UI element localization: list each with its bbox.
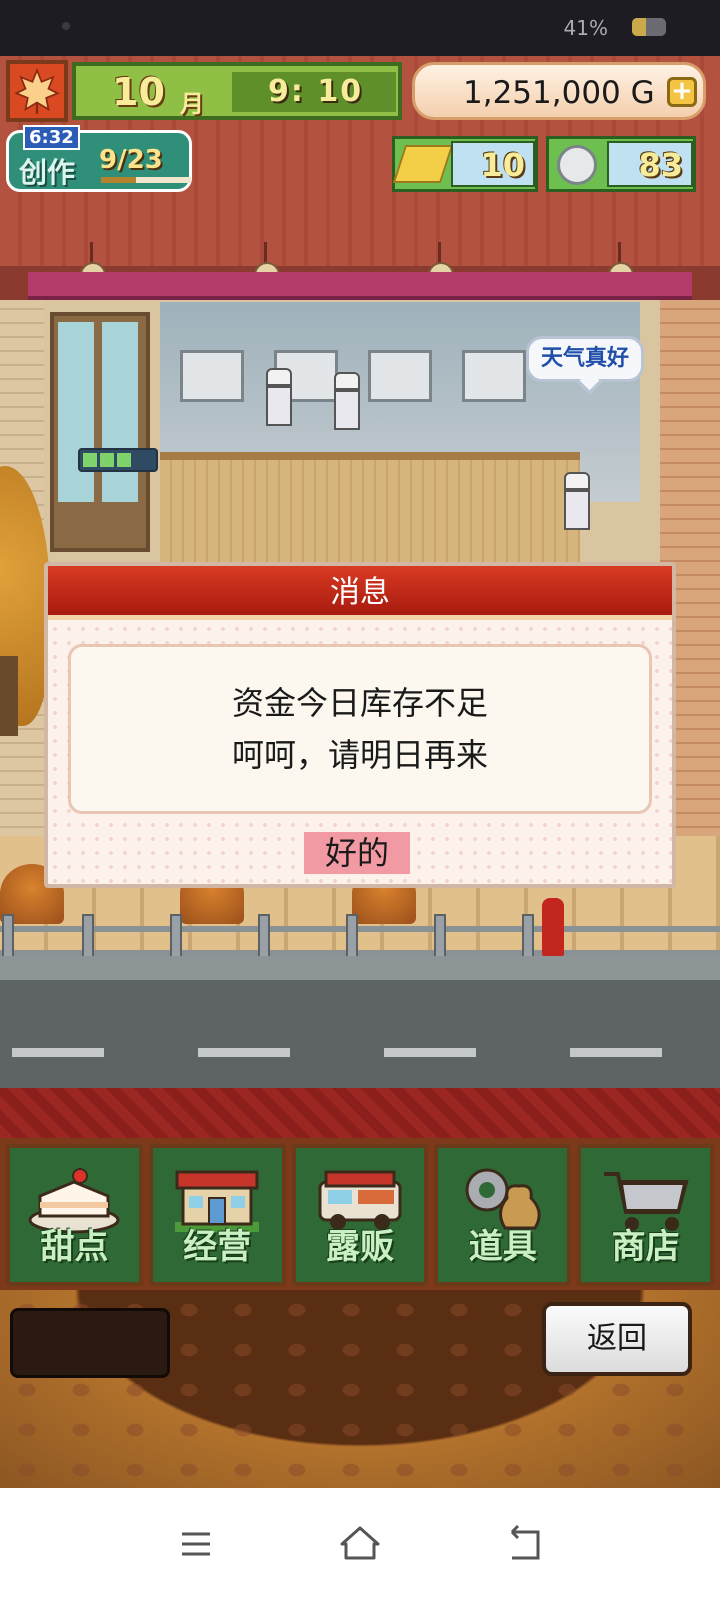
money-amount: 1,251,000 G xyxy=(463,75,655,111)
dialog-message-line: 资金今日库存不足 xyxy=(231,684,488,722)
money-panel: 1,251,000 G + xyxy=(412,62,706,120)
home-icon[interactable] xyxy=(334,1518,386,1570)
create-timer: 6:32 xyxy=(23,125,80,150)
bottom-panel: 返回 xyxy=(0,1290,720,1488)
camera-dot xyxy=(62,22,70,30)
month-label: 月 xyxy=(180,90,204,118)
menu-label: 经营 xyxy=(183,1227,252,1267)
speech-bubble: 天气真好 xyxy=(526,336,645,382)
oven-icon xyxy=(368,350,432,402)
coin-icon xyxy=(557,145,597,185)
game-scene: 天气真好 10 月 9: 10 1,251,000 G + 6:32 创作 9/… xyxy=(0,56,720,1488)
coin-count: 83 xyxy=(607,141,693,187)
season-leaf-icon xyxy=(6,60,68,122)
cooking-progress xyxy=(78,448,158,472)
message-dialog: 消息 资金今日库存不足 呵呵，请明日再来 好的 xyxy=(44,562,676,888)
info-slot xyxy=(10,1308,170,1378)
create-count: 9/23 xyxy=(99,145,163,175)
dialog-message-line: 呵呵，请明日再来 xyxy=(231,736,488,774)
oven-icon xyxy=(180,350,244,402)
battery-icon xyxy=(632,18,666,36)
back-icon[interactable] xyxy=(498,1518,550,1570)
road xyxy=(0,980,720,1088)
gold-bar-counter: 10 xyxy=(392,136,538,192)
back-button[interactable]: 返回 xyxy=(542,1302,692,1376)
create-progress xyxy=(101,177,191,183)
menu-item-food-stall[interactable]: 露贩 xyxy=(291,1144,429,1286)
shop-awning xyxy=(28,272,692,302)
add-money-button[interactable]: + xyxy=(667,77,697,107)
ok-button[interactable]: 好的 xyxy=(304,832,410,874)
menu-item-dessert[interactable]: 甜点 xyxy=(6,1144,143,1286)
dialog-title: 消息 xyxy=(48,566,672,620)
coin-counter: 83 xyxy=(546,136,696,192)
status-bar: 41% xyxy=(0,0,720,56)
chef-character[interactable] xyxy=(560,472,594,532)
dialog-body: 资金今日库存不足 呵呵，请明日再来 xyxy=(68,644,652,814)
month-number: 10 xyxy=(112,70,165,114)
system-nav-bar xyxy=(0,1488,720,1600)
fire-hydrant xyxy=(542,898,564,956)
menu-label: 露贩 xyxy=(325,1227,394,1267)
clock-time: 9: 10 xyxy=(268,74,364,109)
menu-item-manage[interactable]: 经营 xyxy=(148,1144,286,1286)
main-menu: 甜点 经营 露贩 道具 商店 xyxy=(0,1138,720,1290)
battery-percent: 41% xyxy=(563,16,608,40)
menu-item-store[interactable]: 商店 xyxy=(577,1144,714,1286)
shop-counter xyxy=(160,452,580,562)
chef-character[interactable] xyxy=(262,368,296,428)
menu-item-items[interactable]: 道具 xyxy=(434,1144,572,1286)
menu-label: 道具 xyxy=(468,1227,537,1267)
oven-icon xyxy=(462,350,526,402)
create-badge[interactable]: 6:32 创作 9/23 xyxy=(6,125,192,192)
menu-icon[interactable] xyxy=(170,1518,222,1570)
create-label: 创作 xyxy=(19,156,76,189)
clock-box: 9: 10 xyxy=(232,72,396,112)
chef-character[interactable] xyxy=(330,372,364,432)
calendar-panel: 10 月 9: 10 xyxy=(72,62,402,120)
gold-bar-count: 10 xyxy=(451,141,535,187)
fence-rail xyxy=(0,926,720,956)
gold-bar-icon xyxy=(392,145,454,183)
menu-label: 商店 xyxy=(611,1227,680,1267)
menu-label: 甜点 xyxy=(40,1227,109,1267)
